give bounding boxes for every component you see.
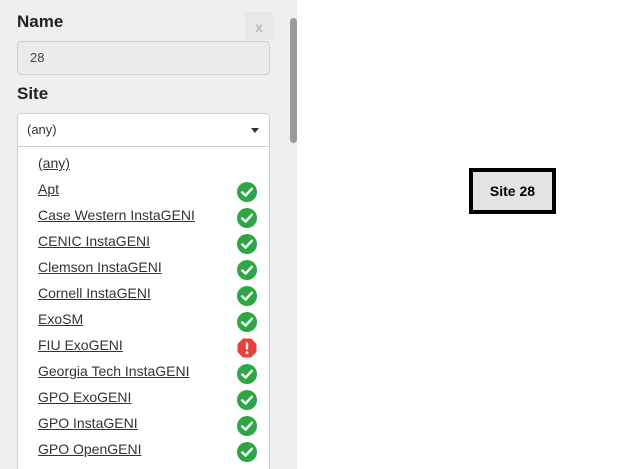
check-circle-icon bbox=[237, 234, 257, 254]
check-circle-icon bbox=[237, 208, 257, 228]
site-option[interactable]: FIU ExoGENI bbox=[38, 337, 123, 353]
chevron-down-icon bbox=[251, 128, 259, 133]
site-option[interactable]: Cornell InstaGENI bbox=[38, 285, 151, 301]
check-circle-icon bbox=[237, 390, 257, 410]
site-option[interactable]: ExoSM bbox=[38, 311, 83, 327]
site-dropdown-list: (any) Apt Case Western InstaGENI CENIC Inst… bbox=[17, 147, 270, 469]
site-select-value: (any) bbox=[27, 122, 57, 137]
check-circle-icon bbox=[237, 312, 257, 332]
check-circle-icon bbox=[237, 286, 257, 306]
error-octagon-icon bbox=[237, 338, 257, 358]
scrollbar[interactable] bbox=[290, 18, 297, 143]
site-option[interactable]: Case Western InstaGENI bbox=[38, 207, 195, 223]
site-option[interactable]: CENIC InstaGENI bbox=[38, 233, 150, 249]
site-option[interactable]: GPO ExoGENI bbox=[38, 389, 131, 405]
site-option[interactable]: GPO OpenGENI bbox=[38, 441, 141, 457]
site-option[interactable]: (any) bbox=[38, 155, 70, 171]
site-option[interactable]: Apt bbox=[38, 181, 59, 197]
name-label: Name bbox=[17, 12, 64, 31]
site-label: Site bbox=[17, 84, 49, 103]
check-circle-icon bbox=[237, 182, 257, 202]
site-select[interactable]: (any) bbox=[17, 113, 270, 147]
site-option[interactable]: Clemson InstaGENI bbox=[38, 259, 162, 275]
site-option[interactable]: GPO InstaGENI bbox=[38, 415, 138, 431]
check-circle-icon bbox=[237, 260, 257, 280]
check-circle-icon bbox=[237, 364, 257, 384]
site-option[interactable]: Georgia Tech InstaGENI bbox=[38, 363, 189, 379]
close-button[interactable]: x bbox=[245, 12, 273, 40]
check-circle-icon bbox=[237, 442, 257, 462]
site-editor-panel: Name x 28 Site (any) (any) Apt Case Wester… bbox=[0, 0, 297, 469]
site-node[interactable]: Site 28 bbox=[469, 168, 556, 214]
check-circle-icon bbox=[237, 416, 257, 436]
name-field[interactable]: 28 bbox=[17, 41, 270, 75]
